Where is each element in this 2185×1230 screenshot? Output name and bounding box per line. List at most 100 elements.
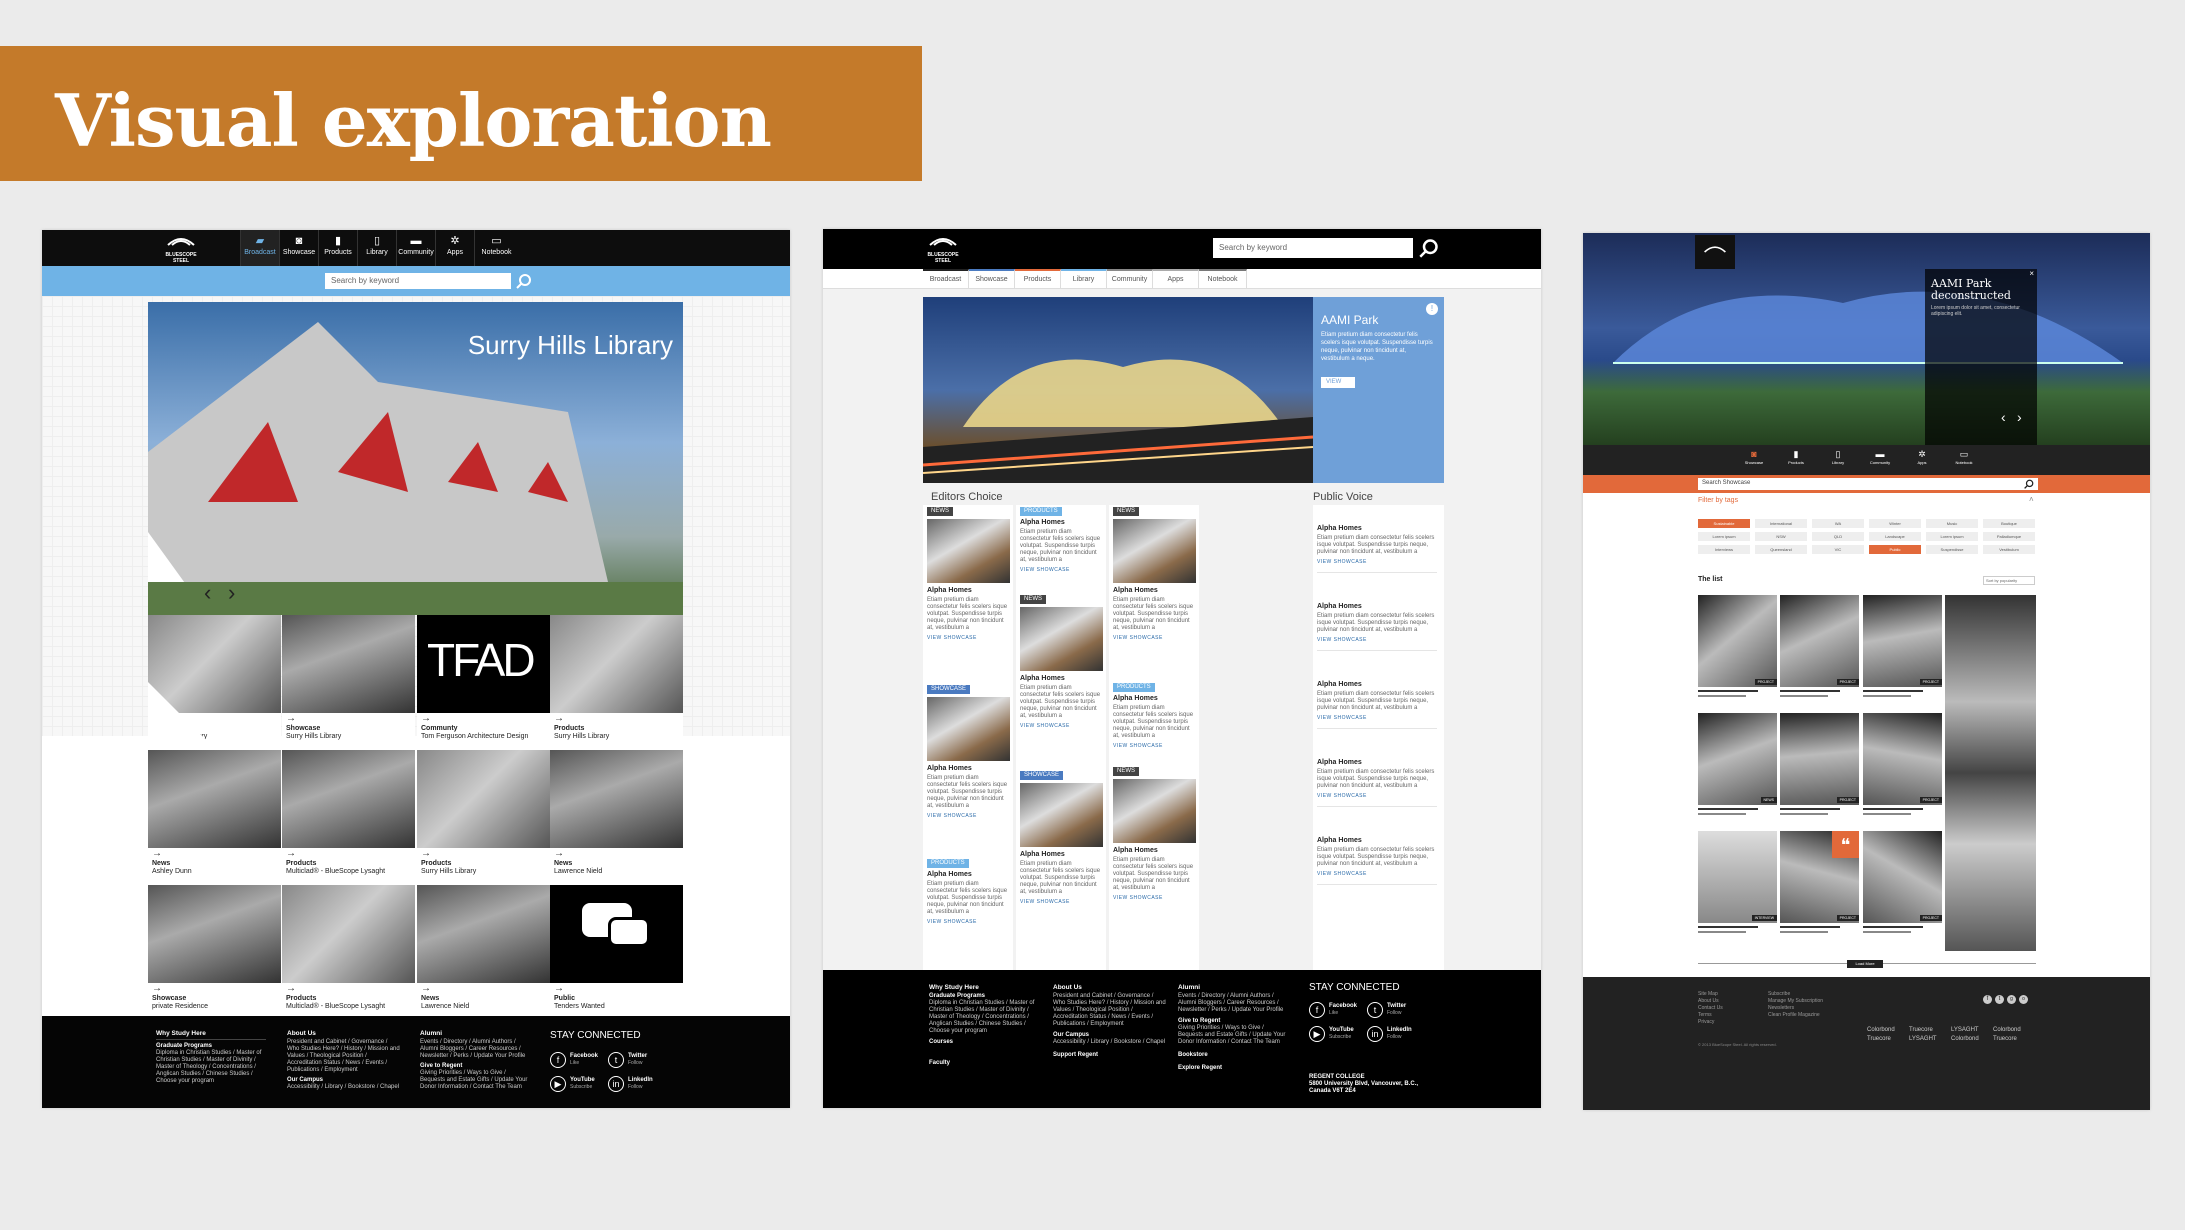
tag-products[interactable]: PRODUCTS: [1020, 507, 1062, 516]
nav-item-community[interactable]: ▬ Community: [396, 230, 435, 266]
nav-item-showcase[interactable]: ◙ Showcase: [279, 230, 318, 266]
tab-broadcast[interactable]: Broadcast: [923, 269, 969, 289]
list-item[interactable]: Alpha Homes Etiam pretium diam consectetu…: [1020, 675, 1103, 730]
facebook-link[interactable]: f Facebook Like: [1309, 1002, 1357, 1018]
nav-item-notebook[interactable]: ▭ Notebook: [474, 230, 518, 266]
list-item[interactable]: Alpha Homes Etiam pretium diam consectetu…: [927, 765, 1010, 820]
facebook-link[interactable]: f Facebook Like: [550, 1052, 598, 1068]
tag-news[interactable]: NEWS: [927, 507, 953, 516]
footer-link[interactable]: About Us: [1698, 998, 1723, 1005]
view-showcase-link[interactable]: VIEW SHOWCASE: [1113, 895, 1196, 902]
item-image[interactable]: [1020, 607, 1103, 671]
next-arrow-icon[interactable]: ›: [2017, 409, 2022, 425]
footer-link[interactable]: Privacy: [1698, 1019, 1723, 1026]
view-showcase-link[interactable]: VIEW SHOWCASE: [1317, 637, 1437, 644]
next-arrow-icon[interactable]: ›: [228, 580, 235, 606]
brand-logo[interactable]: BLUESCOPE STEEL: [160, 233, 202, 264]
item-image[interactable]: [1113, 779, 1196, 843]
brand-logo[interactable]: Truecore: [1909, 1027, 1941, 1033]
search-input[interactable]: Search by keyword: [1213, 238, 1413, 258]
nav-item-products[interactable]: ▮ Products: [318, 230, 357, 266]
youtube-link[interactable]: ▶ YouTube Subscribe: [550, 1076, 595, 1092]
chevron-up-icon[interactable]: ˄: [2029, 495, 2034, 504]
view-showcase-link[interactable]: VIEW SHOWCASE: [1113, 635, 1196, 642]
footer-link[interactable]: Subscribe: [1768, 991, 1823, 998]
list-item[interactable]: PROJECT: [1863, 713, 1942, 825]
view-showcase-link[interactable]: VIEW SHOWCASE: [1317, 871, 1437, 878]
linkedin-link[interactable]: in LinkedIn Follow: [1367, 1026, 1412, 1042]
filter-tag[interactable]: QLD: [1812, 532, 1864, 541]
public-voice-item[interactable]: Alpha Homes Etiam pretium diam consectetu…: [1317, 837, 1437, 885]
public-voice-item[interactable]: Alpha Homes Etiam pretium diam consectetu…: [1317, 525, 1437, 573]
search-icon[interactable]: [1419, 238, 1439, 258]
filter-tag[interactable]: Public: [1869, 545, 1921, 554]
nav-item-community[interactable]: ▬ Community: [1859, 445, 1901, 475]
tag-showcase[interactable]: SHOWCASE: [927, 685, 971, 694]
list-item[interactable]: Alpha Homes Etiam pretium diam consectetu…: [927, 871, 1010, 926]
filter-tag[interactable]: Interviews: [1698, 545, 1750, 554]
brand-logo[interactable]: Colorbond: [1951, 1036, 1983, 1042]
info-icon[interactable]: !: [1426, 303, 1438, 315]
content-tile[interactable]: → Showcase Surry Hills Library: [282, 615, 415, 748]
nav-item-apps[interactable]: ✲ Apps: [1901, 445, 1943, 475]
public-voice-item[interactable]: Alpha Homes Etiam pretium diam consectetu…: [1317, 603, 1437, 651]
tag-products[interactable]: PRODUCTS: [1113, 683, 1155, 692]
search-icon[interactable]: [2024, 479, 2034, 489]
footer-link[interactable]: Newsletters: [1768, 1005, 1823, 1012]
filter-tag[interactable]: VIC: [1812, 545, 1864, 554]
nav-item-broadcast[interactable]: ▰ Broadcast: [240, 230, 279, 266]
tab-library[interactable]: Library: [1061, 269, 1107, 289]
nav-item-showcase[interactable]: ◙ Showcase: [1733, 445, 1775, 475]
list-item[interactable]: PROJECT: [1863, 595, 1942, 707]
filter-label[interactable]: Filter by tags: [1698, 497, 1738, 504]
brand-logo[interactable]: Truecore: [1867, 1036, 1899, 1042]
list-item[interactable]: Alpha Homes Etiam pretium diam consectetu…: [1113, 695, 1196, 750]
filter-tag[interactable]: Music: [1926, 519, 1978, 528]
brand-logo[interactable]: Colorbond: [1867, 1027, 1899, 1033]
filter-tag[interactable]: NSW: [1755, 532, 1807, 541]
footer-link[interactable]: Graduate Programs: [156, 1039, 266, 1050]
list-item[interactable]: PROJECT: [1863, 831, 1942, 943]
list-item[interactable]: ❝ PROJECT: [1780, 831, 1859, 943]
item-image[interactable]: [927, 519, 1010, 583]
search-icon[interactable]: [516, 273, 532, 289]
tab-products[interactable]: Products: [1015, 269, 1061, 289]
tag-products[interactable]: PRODUCTS: [927, 859, 969, 868]
filter-tag[interactable]: Palladiumque: [1983, 532, 2035, 541]
tab-showcase[interactable]: Showcase: [969, 269, 1015, 289]
twitter-link[interactable]: t Twitter Follow: [1367, 1002, 1406, 1018]
filter-tag[interactable]: Boutique: [1983, 519, 2035, 528]
search-input[interactable]: Search by keyword: [325, 273, 511, 289]
tag-news[interactable]: NEWS: [1113, 767, 1139, 776]
tag-news[interactable]: NEWS: [1020, 595, 1046, 604]
view-showcase-link[interactable]: VIEW SHOWCASE: [1317, 793, 1437, 800]
list-item[interactable]: PROJECT: [1780, 713, 1859, 825]
brand-logo[interactable]: LYSAGHT: [1951, 1027, 1983, 1033]
filter-tag[interactable]: International: [1755, 519, 1807, 528]
content-tile[interactable]: → News Ashley Dunn: [148, 750, 281, 883]
filter-tag[interactable]: Lorem ipsum: [1926, 532, 1978, 541]
nav-item-library[interactable]: ▯ Library: [1817, 445, 1859, 475]
content-tile[interactable]: → News Lawrence Nield: [550, 750, 683, 883]
brand-logo[interactable]: Colorbond: [1993, 1027, 2025, 1033]
list-item[interactable]: Alpha Homes Etiam pretium diam consectetu…: [1113, 847, 1196, 902]
content-tile[interactable]: → Products Surry Hills Library: [417, 750, 550, 883]
tab-apps[interactable]: Apps: [1153, 269, 1199, 289]
brand-logo[interactable]: [1695, 235, 1735, 269]
content-tile[interactable]: → Products Surry Hills Library: [550, 615, 683, 748]
filter-tag[interactable]: Sustainable: [1698, 519, 1750, 528]
close-icon[interactable]: ×: [2029, 269, 2034, 278]
content-tile[interactable]: → Public Tenders Wanted: [550, 885, 683, 1018]
view-showcase-link[interactable]: VIEW SHOWCASE: [1113, 743, 1196, 750]
sort-select[interactable]: Sort by popularity: [1983, 576, 2035, 585]
footer-link[interactable]: Manage My Subscription: [1768, 998, 1823, 1005]
nav-item-products[interactable]: ▮ Products: [1775, 445, 1817, 475]
view-showcase-link[interactable]: VIEW SHOWCASE: [1020, 567, 1103, 574]
nav-item-apps[interactable]: ✲ Apps: [435, 230, 474, 266]
filter-tag[interactable]: Suspendisse: [1926, 545, 1978, 554]
linkedin-link[interactable]: in LinkedIn Follow: [608, 1076, 653, 1092]
item-image[interactable]: [1020, 783, 1103, 847]
list-item[interactable]: [1945, 595, 2036, 951]
item-image[interactable]: [1113, 519, 1196, 583]
list-item[interactable]: NEWS: [1698, 713, 1777, 825]
